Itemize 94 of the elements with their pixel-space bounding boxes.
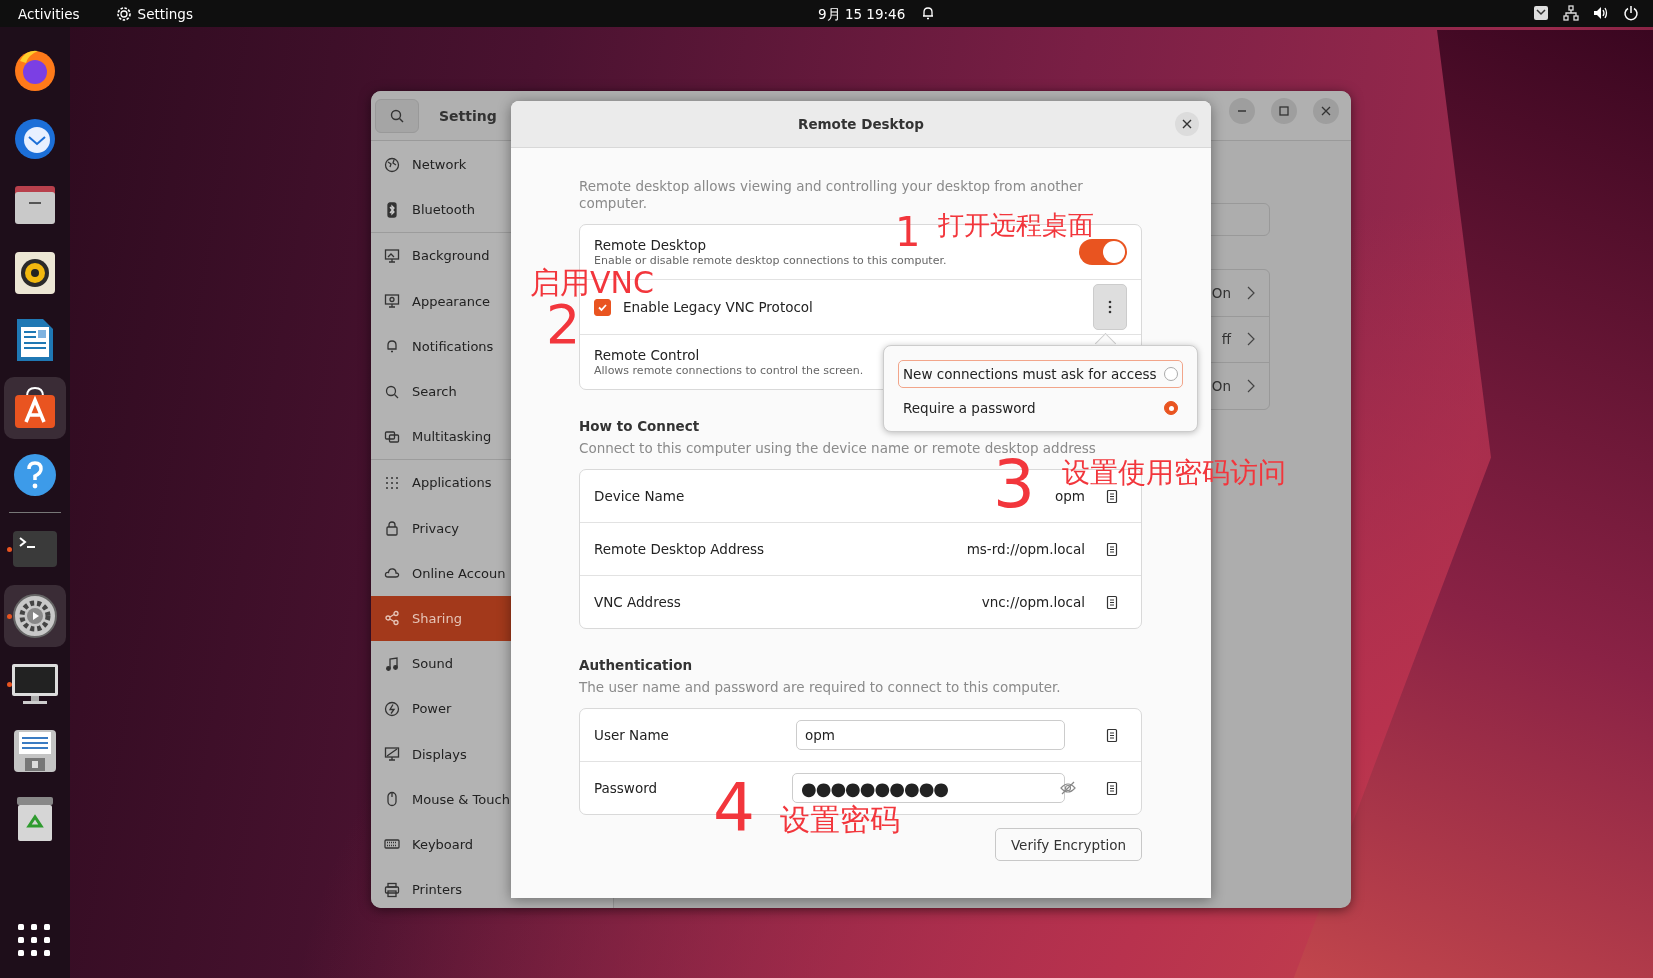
network-icon[interactable] xyxy=(1563,5,1579,21)
dock-item[interactable] xyxy=(4,376,66,439)
annotation: 1 xyxy=(895,212,921,252)
speaker-icon[interactable] xyxy=(14,250,56,295)
option-title: Remote Control xyxy=(594,347,701,363)
window-icon[interactable] xyxy=(1533,5,1549,21)
section-heading: How to Connect xyxy=(579,418,701,434)
row-value: vnc://opm.local xyxy=(981,594,1085,610)
verify-encryption-button[interactable]: Verify Encryption xyxy=(994,828,1142,861)
close-icon xyxy=(1182,119,1192,129)
chevron-icon xyxy=(1247,332,1255,347)
checkbox[interactable] xyxy=(594,298,611,316)
screen-icon xyxy=(384,293,400,310)
row-label: Device Name xyxy=(594,488,686,504)
maximize-icon xyxy=(1279,106,1289,116)
shopping-bag-icon[interactable] xyxy=(13,385,57,430)
app-grid-icon[interactable] xyxy=(18,924,50,956)
bell-icon xyxy=(920,5,936,21)
row-value: On xyxy=(1211,284,1231,301)
section-heading: Authentication xyxy=(579,657,694,673)
row-label: Remote Desktop Address xyxy=(594,541,766,557)
copy-icon[interactable] xyxy=(1105,541,1119,557)
row-label: User Name xyxy=(594,727,670,743)
gear-icon[interactable] xyxy=(12,593,58,639)
close-button[interactable] xyxy=(1175,112,1199,136)
close-button[interactable] xyxy=(1313,98,1339,124)
menu-option[interactable]: Require a password xyxy=(898,394,1183,422)
app-menu[interactable]: Settings xyxy=(137,5,193,22)
monitor-icon[interactable] xyxy=(11,662,59,705)
input-field[interactable]: opm xyxy=(796,720,1065,750)
activities-button[interactable]: Activities xyxy=(18,5,80,22)
row-value: ff xyxy=(1221,331,1231,348)
monitor-icon xyxy=(384,247,400,264)
document-icon[interactable] xyxy=(15,317,55,363)
copy-icon[interactable] xyxy=(1105,488,1119,504)
clock[interactable]: 9月 15 19:46 xyxy=(818,6,906,24)
volume-icon[interactable] xyxy=(1593,5,1609,21)
power-icon[interactable] xyxy=(1623,5,1639,21)
folder-icon[interactable] xyxy=(13,184,57,226)
printer-icon xyxy=(384,881,400,898)
annotation: 打开远程桌面 xyxy=(938,212,1094,238)
vertical-dots-icon xyxy=(1108,300,1112,314)
search-icon xyxy=(389,107,405,124)
gear-icon xyxy=(115,5,132,22)
description: The user name and password are required to connect to this computer. xyxy=(579,679,1062,696)
bell-icon xyxy=(384,338,400,355)
option-subtitle: Allows remote connections to control the screen. xyxy=(594,364,864,377)
chevron-icon xyxy=(1247,285,1255,300)
copy-icon[interactable] xyxy=(1105,727,1119,743)
row-value: ms-rd://opm.local xyxy=(966,541,1085,557)
toggle-switch[interactable] xyxy=(1079,239,1127,265)
option-subtitle: Enable or disable remote desktop connections to this computer. xyxy=(594,254,947,267)
annotation: 4 xyxy=(713,775,755,841)
help-icon[interactable] xyxy=(12,452,58,498)
option-title: Enable Legacy VNC Protocol xyxy=(623,299,813,315)
dock-item[interactable] xyxy=(4,585,66,647)
windows-icon xyxy=(384,428,400,445)
sidebar-item[interactable]: Keyboard xyxy=(371,821,613,867)
chevron-icon xyxy=(1247,378,1255,393)
radio-button[interactable] xyxy=(1164,367,1178,381)
search-button[interactable] xyxy=(375,98,419,133)
window-title: Setting xyxy=(439,107,497,124)
sidebar-item[interactable]: Printers xyxy=(371,867,613,908)
annotation: 启用VNC xyxy=(530,268,654,298)
minimize-icon xyxy=(1237,110,1247,112)
bluetooth-icon xyxy=(384,201,400,218)
bolt-icon xyxy=(384,700,400,717)
option-title: Remote Desktop xyxy=(594,237,708,253)
annotation: 设置密码 xyxy=(780,805,900,835)
radio-button[interactable] xyxy=(1164,401,1178,415)
row-label: Password xyxy=(594,780,659,796)
password-field[interactable]: ●●●●●●●●●● xyxy=(792,773,1065,803)
search-icon xyxy=(384,383,400,400)
grid-icon xyxy=(384,474,400,491)
menu-option[interactable]: New connections must ask for access xyxy=(898,360,1183,388)
copy-icon[interactable] xyxy=(1105,780,1119,796)
terminal-icon[interactable] xyxy=(12,529,58,568)
description: Remote desktop allows viewing and controlling your desktop from another computer. xyxy=(579,178,1084,212)
row-value: opm xyxy=(1055,488,1085,504)
dialog-title: Remote Desktop xyxy=(798,116,924,132)
copy-icon[interactable] xyxy=(1105,594,1119,610)
trash-icon[interactable] xyxy=(16,795,54,842)
annotation: 2 xyxy=(546,298,581,352)
globe-icon xyxy=(384,156,400,173)
maximize-button[interactable] xyxy=(1271,98,1297,124)
music-note-icon xyxy=(384,655,400,672)
minimize-button[interactable] xyxy=(1229,98,1255,124)
eye-slash-icon[interactable] xyxy=(1060,781,1076,795)
row-value: On xyxy=(1211,377,1231,394)
close-icon xyxy=(1321,106,1331,116)
lock-icon xyxy=(384,520,400,537)
display-icon xyxy=(384,746,400,763)
share-icon xyxy=(384,610,400,627)
mouse-icon xyxy=(384,791,400,808)
